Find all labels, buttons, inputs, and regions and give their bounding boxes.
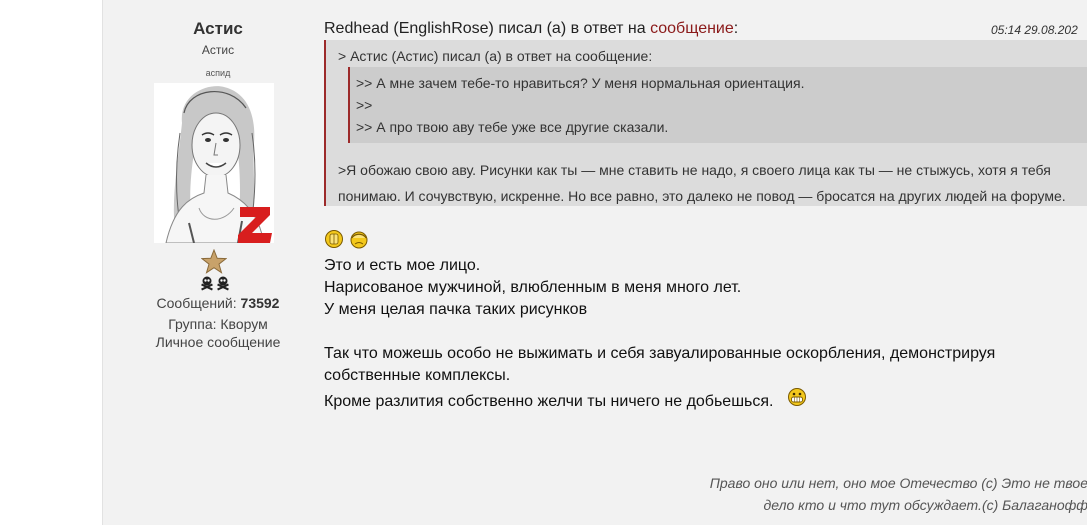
skulls-icon <box>200 275 230 293</box>
signature-line: Право оно или нет, оно мое Отечество (с)… <box>709 475 1087 491</box>
post-date: 05:14 29.08.202 <box>991 23 1078 37</box>
post-body-line: У меня целая пачка таких рисунков <box>324 301 588 318</box>
post-header-colon: : <box>733 20 739 37</box>
messages-label: Сообщений: <box>156 295 237 311</box>
author-title: Астис <box>201 43 235 57</box>
post-body-line: Так что можешь особо не выжимать и себя … <box>324 345 996 362</box>
grin-smiley-icon <box>787 387 807 407</box>
avatar[interactable] <box>154 83 274 244</box>
facepalm-smiley-icon <box>349 229 369 249</box>
private-message-link[interactable]: Личное сообщение <box>103 334 333 350</box>
post-body-line: Нарисованое мужчиной, влюбленным в меня … <box>324 279 742 296</box>
messages-value: 73592 <box>240 295 280 311</box>
nested-quote-line: >> А мне зачем тебе-то нравиться? У меня… <box>356 75 805 91</box>
post-header: Redhead (EnglishRose) писал (а) в ответ … <box>324 20 1087 38</box>
post-header-text: Redhead (EnglishRose) писал (а) в ответ … <box>324 20 651 37</box>
forum-post: Астис Астис аспид Сообщений: 73592 Групп… <box>102 0 1087 525</box>
post-body-line: Это и есть мое лицо. <box>324 257 481 274</box>
signature-line: дело кто и что тут обсуждает.(с) Балаган… <box>763 497 1087 513</box>
quote-block: > Астис (Астис) писал (а) в ответ на соо… <box>324 40 1087 206</box>
messages-count: Сообщений: 73592 <box>103 295 333 311</box>
avatar-sketch <box>154 83 274 244</box>
author-name[interactable]: Астис <box>103 19 333 39</box>
author-rank: аспид <box>205 68 231 78</box>
smiley-face-icon <box>324 229 344 249</box>
post-body-line: собственные комплексы. <box>324 367 511 384</box>
author-group: Группа: Кворум <box>168 316 268 332</box>
nested-quote-line: >> <box>356 97 373 113</box>
quote-header: > Астис (Астис) писал (а) в ответ на соо… <box>338 48 653 64</box>
nested-quote-line: >> А про твою аву тебе уже все другие ск… <box>356 119 669 135</box>
star-rank-icon <box>200 248 228 275</box>
nested-quote-block: >> А мне зачем тебе-то нравиться? У меня… <box>348 67 1087 143</box>
post-body-line: Кроме разлития собственно желчи ты ничег… <box>324 393 774 410</box>
reply-to-message-link[interactable]: сообщение <box>650 20 734 37</box>
quote-reply-text: >Я обожаю свою аву. Рисунки как ты — мне… <box>338 157 1087 209</box>
quote-reply-line: >Я обожаю свою аву. Рисунки как ты — мне… <box>338 162 1051 178</box>
quote-reply-line: понимаю. И сочувствую, искренне. Но все … <box>338 188 1066 204</box>
